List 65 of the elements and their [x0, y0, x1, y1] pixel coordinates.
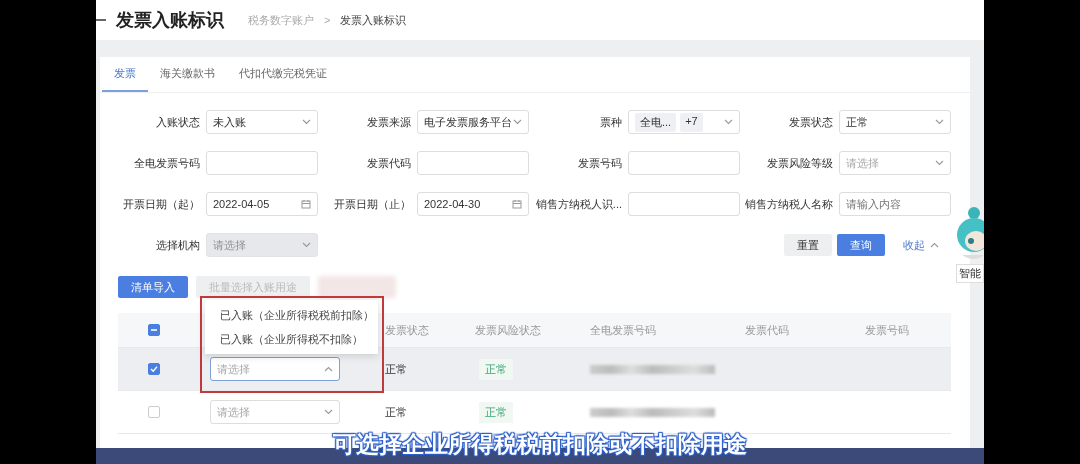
text-field[interactable]	[628, 151, 740, 175]
calendar-icon	[512, 199, 522, 209]
chevron-icon	[324, 366, 333, 372]
text-field[interactable]	[628, 192, 740, 216]
text-field[interactable]: 请输入内容	[839, 192, 951, 216]
minus-icon	[150, 326, 158, 334]
field-label: 开票日期（起）	[122, 196, 200, 212]
field-label: 销售方纳税人名称	[744, 196, 833, 212]
column-header: 发票号码	[865, 322, 910, 338]
field-label: 开票日期（止）	[333, 196, 411, 212]
reset-button[interactable]: 重置	[784, 234, 832, 256]
field-label: 入账状态	[155, 114, 200, 130]
chevron-icon	[302, 119, 311, 125]
column-header: 发票代码	[745, 322, 790, 338]
chevron-icon	[302, 242, 311, 248]
query-button[interactable]: 查询	[837, 234, 885, 256]
risk-status-tag: 正常	[479, 401, 513, 423]
toolbar-button[interactable]: 清单导入	[118, 276, 188, 298]
field-label: 发票代码	[366, 155, 411, 171]
chevron-icon	[724, 119, 733, 125]
invoice-status: 正常	[385, 361, 408, 377]
chevron-icon	[935, 160, 944, 166]
breadcrumb-separator: >	[324, 14, 331, 26]
tab[interactable]: 代扣代缴完税凭证	[227, 57, 339, 92]
field-label: 发票风险等级	[766, 155, 833, 171]
dropdown-option[interactable]: 已入账（企业所得税不扣除）	[205, 327, 378, 351]
date-field[interactable]: 2022-04-30	[417, 192, 529, 216]
assistant-label[interactable]: 智能	[956, 264, 984, 283]
selected-tag: +7	[680, 112, 703, 132]
tab[interactable]: 发票	[102, 57, 148, 92]
table-row[interactable]: 请选择 正常 正常	[118, 348, 951, 391]
page-title: 发票入账标识	[116, 9, 224, 32]
risk-status-tag: 正常	[479, 358, 513, 380]
chevron-icon	[930, 242, 939, 248]
dropdown-option[interactable]: 已入账（企业所得税税前扣除）	[205, 303, 378, 327]
column-header: 发票风险状态	[475, 322, 542, 338]
chevron-icon	[513, 119, 522, 125]
select-field[interactable]: 正常	[839, 110, 951, 134]
column-header: 全电发票号码	[590, 322, 657, 338]
field-label: 发票号码	[577, 155, 622, 171]
date-field[interactable]: 2022-04-05	[206, 192, 318, 216]
tab[interactable]: 海关缴款书	[148, 57, 227, 92]
chevron-icon	[935, 119, 944, 125]
field-label: 全电发票号码	[133, 155, 200, 171]
field-label: 发票状态	[788, 114, 833, 130]
selected-tag: 全电...	[635, 112, 677, 132]
collapse-link[interactable]: 收起	[903, 237, 939, 253]
select-field[interactable]: 未入账	[206, 110, 318, 134]
field-label: 选择机构	[155, 237, 200, 253]
select-field[interactable]: 电子发票服务平台	[417, 110, 529, 134]
calendar-icon	[301, 199, 311, 209]
field-label: 销售方纳税人识...	[534, 196, 622, 212]
field-label: 票种	[599, 114, 622, 130]
text-field[interactable]	[417, 151, 529, 175]
column-header: 发票状态	[385, 322, 430, 338]
select-all-checkbox[interactable]	[148, 324, 160, 336]
multi-select-field[interactable]: 全电... +7	[628, 110, 740, 134]
text-field[interactable]	[206, 151, 318, 175]
check-icon	[150, 365, 158, 373]
row-checkbox[interactable]	[148, 406, 160, 418]
row-checkbox[interactable]	[148, 363, 160, 375]
invoice-status: 正常	[385, 404, 408, 420]
chevron-icon	[324, 409, 333, 415]
field-label: 发票来源	[366, 114, 411, 130]
breadcrumb-current: 发票入账标识	[340, 12, 407, 28]
